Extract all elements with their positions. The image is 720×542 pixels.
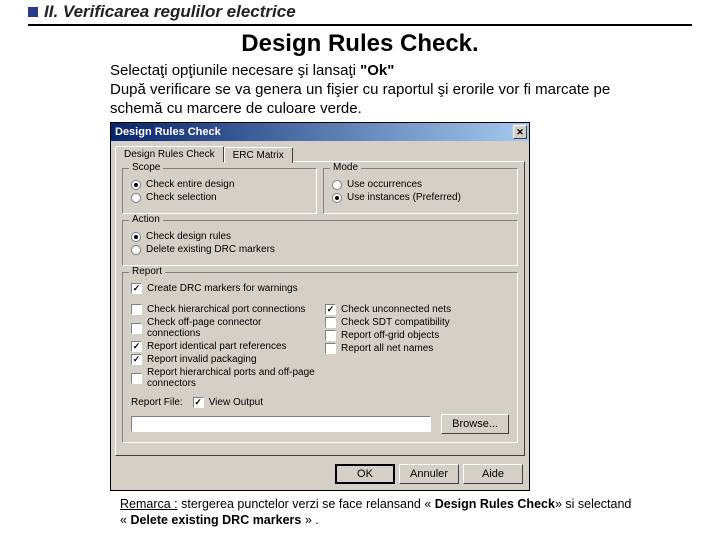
check-identical-refs[interactable]: Report identical part references	[131, 341, 315, 352]
radio-delete-markers[interactable]: Delete existing DRC markers	[131, 244, 509, 255]
radio-occurrences[interactable]: Use occurrences	[332, 179, 509, 190]
check-icon	[131, 373, 142, 384]
check-icon	[131, 341, 142, 352]
check-label: Report invalid packaging	[147, 354, 257, 365]
dialog-buttons: OK Annuler Aide	[111, 460, 529, 490]
section-title: II. Verificarea regulilor electrice	[44, 2, 296, 22]
intro-part-a: Selectaţi opţiunile necesare şi lansaţi	[110, 62, 360, 79]
tab-erc[interactable]: ERC Matrix	[224, 147, 293, 163]
check-hier-port[interactable]: Check hierarchical port connections	[131, 304, 315, 315]
cancel-button[interactable]: Annuler	[399, 464, 459, 484]
check-unconnected[interactable]: Check unconnected nets	[325, 304, 509, 315]
check-label: Report off-grid objects	[341, 330, 439, 341]
intro-text: Selectaţi opţiunile necesare şi lansaţi …	[110, 62, 632, 118]
check-view-output[interactable]: View Output	[193, 397, 263, 408]
tab-strip: Design Rules Check ERC Matrix	[115, 145, 525, 161]
check-icon	[325, 304, 336, 315]
divider	[28, 24, 692, 26]
check-label: Check SDT compatibility	[341, 317, 450, 328]
radio-label: Use occurrences	[347, 179, 422, 190]
check-icon	[193, 397, 204, 408]
titlebar: Design Rules Check ✕	[111, 123, 529, 141]
group-scope-title: Scope	[129, 162, 163, 173]
check-label: Create DRC markers for warnings	[147, 283, 298, 294]
report-file-input[interactable]	[131, 416, 431, 432]
intro-ok: "Ok"	[360, 62, 394, 79]
tab-drc[interactable]: Design Rules Check	[115, 146, 224, 162]
check-offpage[interactable]: Check off-page connector connections	[131, 317, 315, 339]
bullet-icon	[28, 7, 38, 17]
check-hier-offpage[interactable]: Report hierarchical ports and off-page c…	[131, 367, 315, 389]
group-mode-title: Mode	[330, 162, 361, 173]
remark-c: » .	[301, 513, 318, 527]
radio-label: Delete existing DRC markers	[146, 244, 275, 255]
remark-text: Remarca : stergerea punctelor verzi se f…	[120, 497, 632, 528]
radio-icon	[131, 245, 141, 255]
radio-label: Check selection	[146, 192, 217, 203]
check-icon	[325, 330, 336, 341]
check-icon	[325, 343, 336, 354]
tab-panel: Scope Check entire design Check selectio…	[115, 161, 525, 456]
radio-label: Check entire design	[146, 179, 234, 190]
check-label: Report hierarchical ports and off-page c…	[147, 367, 315, 389]
check-label: Check hierarchical port connections	[147, 304, 305, 315]
group-action-title: Action	[129, 214, 163, 225]
radio-selection[interactable]: Check selection	[131, 192, 308, 203]
check-netnames[interactable]: Report all net names	[325, 343, 509, 354]
check-label: Report identical part references	[147, 341, 287, 352]
check-create-markers[interactable]: Create DRC markers for warnings	[131, 283, 509, 294]
intro-part-b: După verificare se va genera un fişier c…	[110, 81, 610, 117]
check-icon	[131, 304, 142, 315]
radio-entire-design[interactable]: Check entire design	[131, 179, 308, 190]
check-icon	[131, 354, 142, 365]
group-mode: Mode Use occurrences Use instances (Pref…	[323, 168, 518, 214]
check-label: View Output	[209, 397, 263, 408]
radio-icon	[131, 180, 141, 190]
drc-dialog: Design Rules Check ✕ Design Rules Check …	[110, 122, 530, 491]
check-label: Report all net names	[341, 343, 433, 354]
remark-label: Remarca :	[120, 497, 178, 511]
group-scope: Scope Check entire design Check selectio…	[122, 168, 317, 214]
close-button[interactable]: ✕	[513, 125, 527, 139]
radio-label: Check design rules	[146, 231, 231, 242]
check-offgrid[interactable]: Report off-grid objects	[325, 330, 509, 341]
check-icon	[325, 317, 336, 328]
check-label: Check unconnected nets	[341, 304, 451, 315]
help-button[interactable]: Aide	[463, 464, 523, 484]
check-icon	[131, 283, 142, 294]
report-file-label: Report File:	[131, 397, 183, 408]
ok-button[interactable]: OK	[335, 464, 395, 484]
check-icon	[131, 323, 142, 334]
radio-icon	[332, 180, 342, 190]
radio-instances[interactable]: Use instances (Preferred)	[332, 192, 509, 203]
remark-a: stergerea punctelor verzi se face relans…	[178, 497, 435, 511]
remark-bold-b: Delete existing DRC markers	[130, 513, 301, 527]
radio-icon	[131, 232, 141, 242]
check-invalid-pkg[interactable]: Report invalid packaging	[131, 354, 315, 365]
group-report-title: Report	[129, 266, 165, 277]
radio-check-rules[interactable]: Check design rules	[131, 231, 509, 242]
group-report: Report Create DRC markers for warnings C…	[122, 272, 518, 443]
radio-icon	[332, 193, 342, 203]
browse-button[interactable]: Browse...	[441, 414, 509, 434]
group-action: Action Check design rules Delete existin…	[122, 220, 518, 266]
check-sdt[interactable]: Check SDT compatibility	[325, 317, 509, 328]
remark-bold-a: Design Rules Check	[435, 497, 555, 511]
check-label: Check off-page connector connections	[147, 317, 315, 339]
radio-label: Use instances (Preferred)	[347, 192, 461, 203]
page-title: Design Rules Check.	[28, 30, 692, 58]
dialog-title: Design Rules Check	[115, 126, 221, 138]
radio-icon	[131, 193, 141, 203]
close-icon: ✕	[516, 128, 524, 137]
